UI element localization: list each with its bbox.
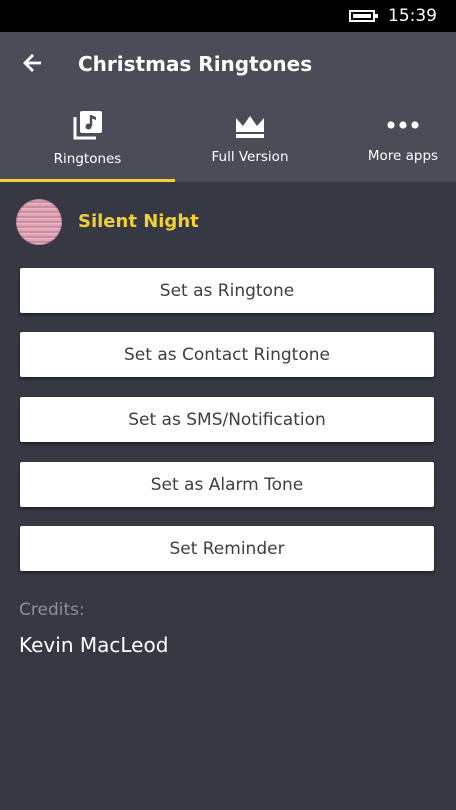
more-dots-icon bbox=[387, 121, 419, 129]
song-title: Silent Night bbox=[78, 211, 199, 232]
set-reminder-button[interactable]: Set Reminder bbox=[20, 526, 434, 571]
tab-full-version[interactable]: Full Version bbox=[175, 107, 325, 182]
credits-label: Credits: bbox=[19, 600, 85, 620]
set-as-sms-notification-button[interactable]: Set as SMS/Notification bbox=[20, 397, 434, 442]
battery-icon bbox=[349, 10, 378, 22]
status-bar: 15:39 bbox=[0, 0, 456, 32]
music-library-icon bbox=[73, 111, 102, 140]
set-as-alarm-tone-button[interactable]: Set as Alarm Tone bbox=[20, 462, 434, 507]
tab-ringtones-label: Ringtones bbox=[53, 151, 122, 167]
song-row: Silent Night bbox=[16, 198, 436, 246]
credits-name: Kevin MacLeod bbox=[19, 633, 169, 657]
tab-full-version-label: Full Version bbox=[211, 149, 289, 165]
set-as-contact-ringtone-button[interactable]: Set as Contact Ringtone bbox=[20, 332, 434, 377]
tab-ringtones[interactable]: Ringtones bbox=[0, 107, 175, 182]
selected-tab-indicator bbox=[0, 179, 175, 182]
crown-icon bbox=[236, 116, 264, 138]
tab-more-apps[interactable]: More apps bbox=[350, 107, 456, 182]
set-as-ringtone-button[interactable]: Set as Ringtone bbox=[20, 268, 434, 313]
page-title: Christmas Ringtones bbox=[78, 52, 313, 76]
back-arrow-icon[interactable] bbox=[22, 52, 44, 74]
app-header: Christmas Ringtones Ringtones Full Versi… bbox=[0, 32, 456, 182]
song-thumbnail bbox=[16, 199, 62, 245]
status-time: 15:39 bbox=[388, 6, 437, 26]
tab-more-apps-label: More apps bbox=[367, 148, 439, 164]
